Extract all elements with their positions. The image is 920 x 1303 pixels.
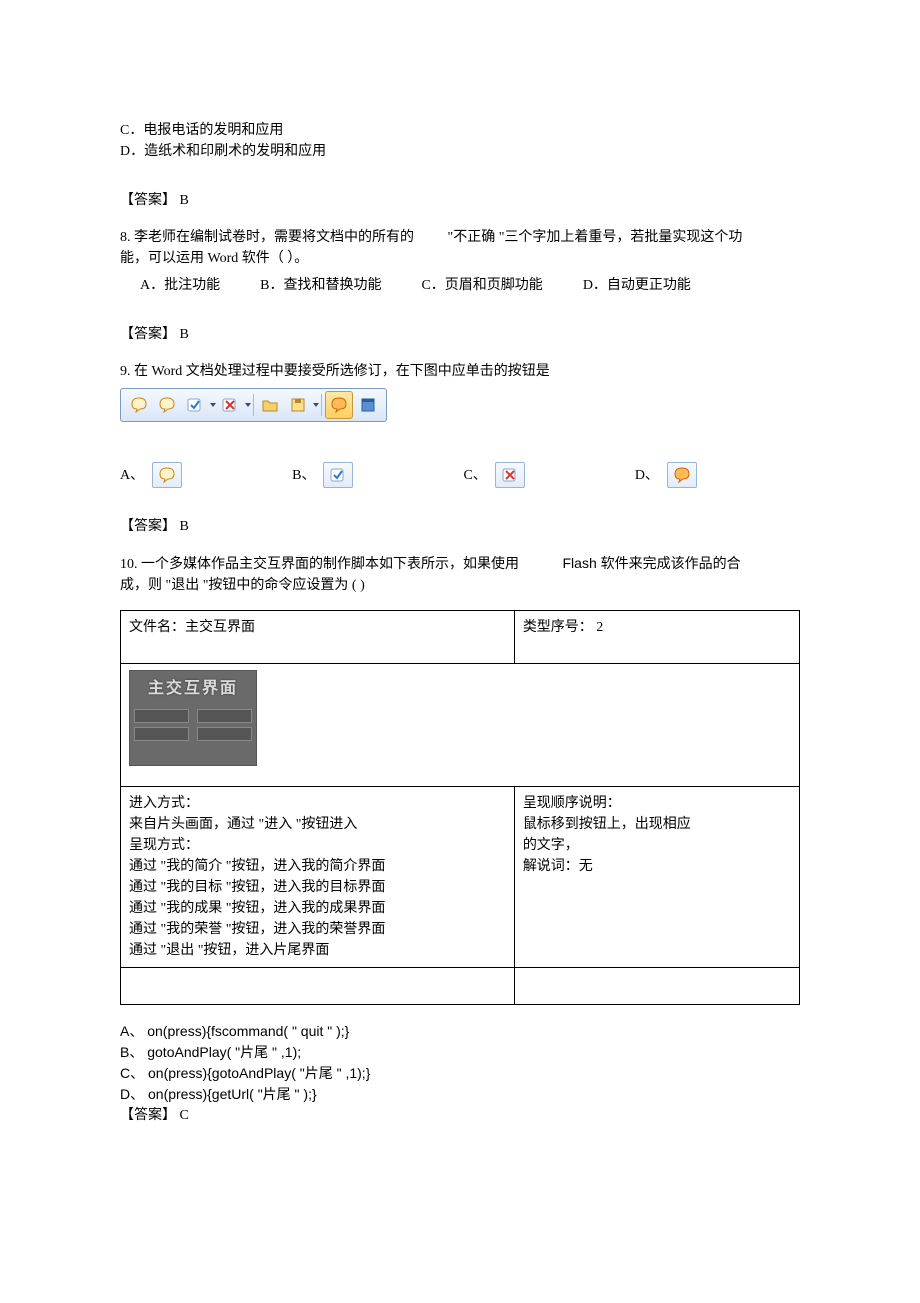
- separator: [253, 394, 254, 416]
- table-line: 呈现顺序说明：: [523, 793, 791, 814]
- thumb-btn: [134, 709, 189, 723]
- q9-stem: 9. 在 Word 文档处理过程中要接受所选修订，在下图中应单击的按钮是: [120, 361, 800, 382]
- q9-answer: 【答案】 B: [120, 516, 800, 537]
- table-line: 进入方式：: [129, 793, 506, 814]
- toolbar-btn-2[interactable]: [154, 392, 180, 418]
- q8-options: A．批注功能 B．查找和替换功能 C．页眉和页脚功能 D．自动更正功能: [140, 275, 800, 296]
- document-page: C．电报电话的发明和应用 D．造纸术和印刷术的发明和应用 【答案】 B 8. 李…: [0, 0, 920, 1303]
- table-line: 来自片头画面，通过 "进入 "按钮进入: [129, 814, 506, 835]
- q10-option-b: B、 gotoAndPlay( "片尾 " ,1);: [120, 1042, 800, 1063]
- reject-icon: [501, 466, 519, 484]
- q9-option-b-icon: [323, 462, 353, 488]
- toolbar-btn-reject[interactable]: [217, 392, 243, 418]
- q9-option-a-icon: [152, 462, 182, 488]
- q10-script-table: 文件名：主交互界面 类型序号： 2 主交互界面 进入方式：来自片头画面，通过 "…: [120, 610, 800, 1005]
- thumbnail-title: 主交互界面: [148, 677, 238, 701]
- table-line: 鼠标移到按钮上，出现相应: [523, 814, 791, 835]
- q8-stem-line2: 能，可以运用 Word 软件（ ）。: [120, 248, 800, 269]
- table-line: 通过 "我的简介 "按钮，进入我的简介界面: [129, 856, 506, 877]
- interface-thumbnail: 主交互界面: [129, 670, 257, 766]
- balloon-icon: [158, 466, 176, 484]
- toolbar-btn-1[interactable]: [126, 392, 152, 418]
- table-line: 呈现方式：: [129, 835, 506, 856]
- q9-option-d-label: D、: [635, 465, 659, 486]
- q10-option-a: A、 on(press){fscommand( " quit " );}: [120, 1021, 800, 1042]
- table-filename-cell: 文件名：主交互界面: [121, 611, 515, 664]
- q8-option-c: C．页眉和页脚功能: [421, 275, 542, 296]
- thumb-btn: [197, 709, 252, 723]
- q8-stem-part1: 8. 李老师在编制试卷时，需要将文档中的所有的: [120, 230, 414, 245]
- q9-option-d-icon: [667, 462, 697, 488]
- table-line: 通过 "退出 "按钮，进入片尾界面: [129, 940, 506, 961]
- balloon-orange-icon: [330, 396, 348, 414]
- q8-stem: 8. 李老师在编制试卷时，需要将文档中的所有的 "不正确 "三个字加上着重号，若…: [120, 227, 800, 248]
- pane-icon: [359, 396, 377, 414]
- q9-option-b-label: B、: [292, 465, 315, 486]
- table-line: 解说词：无: [523, 856, 791, 877]
- dropdown-icon[interactable]: [245, 403, 251, 407]
- q10-option-c: C、 on(press){gotoAndPlay( "片尾 " ,1);}: [120, 1063, 800, 1084]
- folder-icon: [261, 396, 279, 414]
- table-line: 的文字，: [523, 835, 791, 856]
- accept-icon: [329, 466, 347, 484]
- toolbar-btn-accept[interactable]: [182, 392, 208, 418]
- q8-stem-part2: "不正确 "三个字加上着重号，若批量实现这个功: [448, 230, 743, 245]
- table-entry-cell: 进入方式：来自片头画面，通过 "进入 "按钮进入呈现方式：通过 "我的简介 "按…: [121, 787, 515, 968]
- toolbar-btn-disk[interactable]: [285, 392, 311, 418]
- q10-stem-part1: 10. 一个多媒体作品主交互界面的制作脚本如下表所示，如果使用: [120, 557, 519, 572]
- q10-stem-part2: Flash 软件来完成该作品的合: [563, 555, 741, 571]
- q10-stem: 10. 一个多媒体作品主交互界面的制作脚本如下表所示，如果使用 Flash 软件…: [120, 553, 800, 575]
- toolbar-btn-highlighted[interactable]: [325, 391, 353, 419]
- toolbar-btn-folder[interactable]: [257, 392, 283, 418]
- reject-icon: [221, 396, 239, 414]
- q10-stem-line2: 成，则 "退出 "按钮中的命令应设置为 ( ): [120, 575, 800, 596]
- q9-option-c-icon: [495, 462, 525, 488]
- accept-icon: [186, 396, 204, 414]
- q9-option-a-label: A、: [120, 465, 144, 486]
- balloon-icon: [158, 396, 176, 414]
- q7-option-d: D．造纸术和印刷术的发明和应用: [120, 141, 800, 162]
- table-line: 通过 "我的成果 "按钮，进入我的成果界面: [129, 898, 506, 919]
- thumb-btn: [197, 727, 252, 741]
- balloon-orange-icon: [673, 466, 691, 484]
- save-icon: [289, 396, 307, 414]
- balloon-icon: [130, 396, 148, 414]
- q10-answer: 【答案】 C: [120, 1105, 800, 1126]
- q9-options-row: A、 B、 C、 D、: [120, 462, 800, 488]
- q8-answer: 【答案】 B: [120, 324, 800, 345]
- table-line: 通过 "我的目标 "按钮，进入我的目标界面: [129, 877, 506, 898]
- q7-answer: 【答案】 B: [120, 190, 800, 211]
- table-desc-cell: 呈现顺序说明：鼠标移到按钮上，出现相应的文字，解说词：无: [514, 787, 799, 968]
- q10-option-d: D、 on(press){getUrl( "片尾 " );}: [120, 1084, 800, 1105]
- table-line: 通过 "我的荣誉 "按钮，进入我的荣誉界面: [129, 919, 506, 940]
- dropdown-icon[interactable]: [210, 403, 216, 407]
- q8-option-b: B．查找和替换功能: [260, 275, 381, 296]
- toolbar-btn-pane[interactable]: [355, 392, 381, 418]
- table-typeno-cell: 类型序号： 2: [514, 611, 799, 664]
- table-empty-cell: [121, 968, 515, 1005]
- q9-option-c-label: C、: [463, 465, 486, 486]
- thumb-btn: [134, 727, 189, 741]
- q7-option-c: C．电报电话的发明和应用: [120, 120, 800, 141]
- q8-option-a: A．批注功能: [140, 275, 220, 296]
- word-toolbar: [120, 388, 387, 422]
- thumbnail-buttons: [134, 709, 252, 741]
- q8-option-d: D．自动更正功能: [583, 275, 691, 296]
- separator: [321, 394, 322, 416]
- table-empty-cell: [514, 968, 799, 1005]
- dropdown-icon[interactable]: [313, 403, 319, 407]
